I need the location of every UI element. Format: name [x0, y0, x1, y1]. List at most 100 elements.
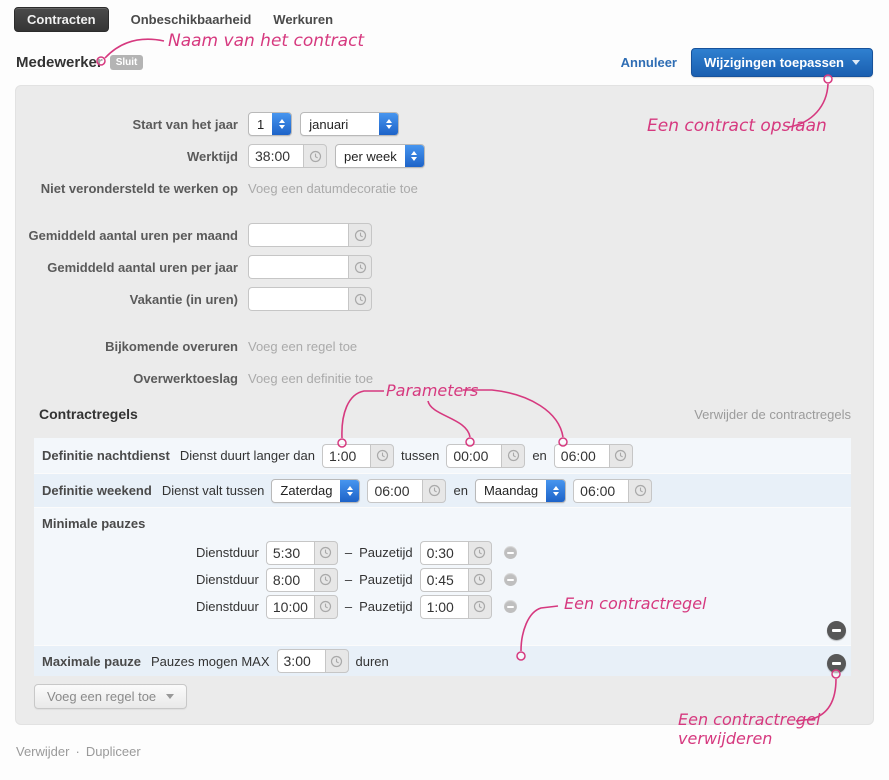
- break-time-label: Pauzetijd: [359, 572, 412, 587]
- duty-duration-input[interactable]: [266, 568, 314, 592]
- weekend-to-day-value: Maandag: [476, 480, 546, 502]
- rule-minimal-breaks-label: Minimale pauzes: [42, 516, 145, 531]
- clock-button[interactable]: [348, 255, 372, 279]
- clock-icon: [319, 600, 332, 613]
- clock-icon: [319, 573, 332, 586]
- close-badge[interactable]: Sluit: [110, 55, 144, 70]
- clock-icon: [614, 449, 627, 462]
- break-time-input[interactable]: [420, 541, 468, 565]
- add-rule-link[interactable]: Voeg een regel toe: [248, 339, 357, 354]
- remove-break-row-icon[interactable]: [504, 600, 517, 613]
- duty-duration-label: Dienstduur: [196, 572, 259, 587]
- clock-icon: [473, 600, 486, 613]
- clock-icon: [473, 573, 486, 586]
- month-select-value: januari: [301, 113, 379, 135]
- tab-werkuren[interactable]: Werkuren: [273, 7, 333, 32]
- break-time-input[interactable]: [420, 595, 468, 619]
- worktime-input[interactable]: [248, 144, 303, 168]
- clock-button[interactable]: [468, 568, 492, 592]
- cancel-link[interactable]: Annuleer: [621, 55, 677, 70]
- clock-icon: [309, 150, 322, 163]
- clock-button[interactable]: [422, 479, 446, 503]
- clock-button[interactable]: [325, 649, 349, 673]
- add-date-decoration-link[interactable]: Voeg een datumdecoratie toe: [248, 181, 418, 196]
- apply-changes-label: Wijzigingen toepassen: [704, 55, 844, 70]
- contract-rules-title: Contractregels: [39, 406, 138, 422]
- select-arrows-icon: [405, 145, 424, 167]
- contract-panel: Start van het jaar 1 januari Werktijd: [15, 85, 874, 725]
- avg-hours-year-label: Gemiddeld aantal uren per jaar: [16, 260, 238, 275]
- tab-onbeschikbaarheid[interactable]: Onbeschikbaarheid: [131, 7, 252, 32]
- duplicate-contract-link[interactable]: Dupliceer: [86, 744, 141, 759]
- contract-rules-list: Definitie nachtdienst Dienst duurt lange…: [34, 438, 851, 676]
- rule-text: en: [532, 448, 546, 463]
- clock-icon: [428, 484, 441, 497]
- clock-icon: [354, 293, 367, 306]
- worktime-unit-select[interactable]: per week: [335, 144, 425, 168]
- add-rule-button[interactable]: Voeg een regel toe: [34, 684, 187, 709]
- max-break-input[interactable]: [277, 649, 325, 673]
- clock-button[interactable]: [314, 568, 338, 592]
- vacation-hours-input[interactable]: [248, 287, 348, 311]
- clock-icon: [319, 546, 332, 559]
- night-duration-input[interactable]: [322, 444, 370, 468]
- duty-duration-input[interactable]: [266, 595, 314, 619]
- avg-hours-year-input[interactable]: [248, 255, 348, 279]
- duty-duration-label: Dienstduur: [196, 545, 259, 560]
- page-header: Medewerker Sluit Annuleer Wijzigingen to…: [16, 48, 873, 77]
- chevron-down-icon: [166, 694, 174, 699]
- weekend-to-day-select[interactable]: Maandag: [475, 479, 566, 503]
- clock-button[interactable]: [314, 541, 338, 565]
- weekend-from-day-value: Zaterdag: [272, 480, 340, 502]
- day-select[interactable]: 1: [248, 112, 292, 136]
- overtime-surcharge-label: Overwerktoeslag: [16, 371, 238, 386]
- rule-night-shift-label: Definitie nachtdienst: [42, 448, 170, 463]
- month-select[interactable]: januari: [300, 112, 399, 136]
- select-arrows-icon: [379, 113, 398, 135]
- tab-contracten[interactable]: Contracten: [14, 7, 109, 32]
- weekend-from-day-select[interactable]: Zaterdag: [271, 479, 360, 503]
- clock-icon: [376, 449, 389, 462]
- duty-duration-input[interactable]: [266, 541, 314, 565]
- remove-rule-button[interactable]: [827, 654, 846, 673]
- apply-changes-button[interactable]: Wijzigingen toepassen: [691, 48, 873, 77]
- delete-contract-link[interactable]: Verwijder: [16, 744, 69, 759]
- rule-text: Dienst duurt langer dan: [180, 448, 315, 463]
- clock-icon: [354, 261, 367, 274]
- remove-rule-button[interactable]: [827, 621, 846, 640]
- clock-icon: [507, 449, 520, 462]
- clock-button[interactable]: [314, 595, 338, 619]
- clock-button[interactable]: [609, 444, 633, 468]
- break-time-input[interactable]: [420, 568, 468, 592]
- clock-button[interactable]: [628, 479, 652, 503]
- clock-button[interactable]: [501, 444, 525, 468]
- add-rule-label: Voeg een regel toe: [47, 689, 156, 704]
- night-to-input[interactable]: [554, 444, 609, 468]
- clock-button[interactable]: [468, 541, 492, 565]
- break-row: Dienstduur – Pauzetijd: [196, 594, 851, 619]
- break-time-label: Pauzetijd: [359, 599, 412, 614]
- remove-contract-rules-link[interactable]: Verwijder de contractregels: [694, 407, 851, 422]
- night-from-input[interactable]: [446, 444, 501, 468]
- weekend-to-time-input[interactable]: [573, 479, 628, 503]
- clock-button[interactable]: [348, 287, 372, 311]
- weekend-from-time-input[interactable]: [367, 479, 422, 503]
- remove-break-row-icon[interactable]: [504, 546, 517, 559]
- page-footer: Verwijder · Dupliceer: [16, 744, 141, 759]
- dash-separator: –: [345, 599, 352, 614]
- day-select-value: 1: [249, 113, 272, 135]
- avg-hours-month-input[interactable]: [248, 223, 348, 247]
- add-definition-link[interactable]: Voeg een definitie toe: [248, 371, 373, 386]
- rule-max-break-label: Maximale pauze: [42, 654, 141, 669]
- clock-icon: [354, 229, 367, 242]
- rule-text: tussen: [401, 448, 439, 463]
- rule-night-shift: Definitie nachtdienst Dienst duurt lange…: [34, 438, 851, 473]
- select-arrows-icon: [272, 113, 291, 135]
- footer-separator: ·: [75, 744, 79, 759]
- clock-button[interactable]: [468, 595, 492, 619]
- rule-text: Dienst valt tussen: [162, 483, 265, 498]
- remove-break-row-icon[interactable]: [504, 573, 517, 586]
- clock-button[interactable]: [370, 444, 394, 468]
- clock-button[interactable]: [348, 223, 372, 247]
- clock-button[interactable]: [303, 144, 327, 168]
